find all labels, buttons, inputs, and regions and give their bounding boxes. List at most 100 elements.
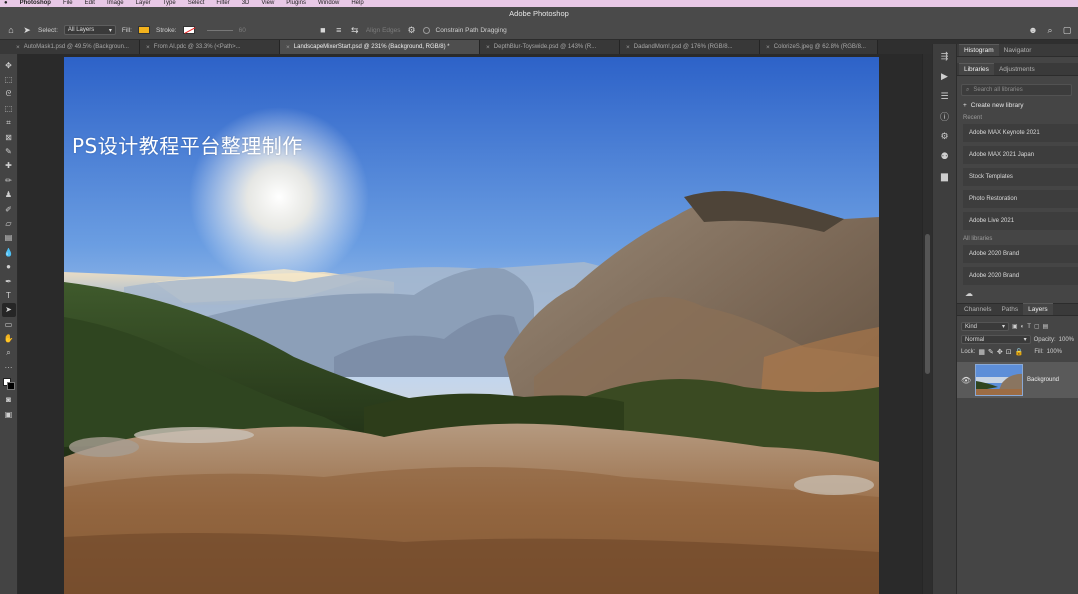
stroke-width-value[interactable]: 60	[239, 27, 246, 34]
move-tool-icon[interactable]: ✥	[2, 58, 16, 72]
zoom-tool-icon[interactable]: ⌕	[2, 346, 16, 360]
path-selection-tool-icon[interactable]: ➤	[1, 302, 16, 318]
library-item[interactable]: Adobe MAX Keynote 2021	[963, 124, 1078, 142]
tab-layers[interactable]: Layers	[1023, 303, 1053, 315]
path-alignment-icon[interactable]: ≡	[334, 25, 344, 35]
menu-help[interactable]: Help	[351, 0, 363, 7]
more-tools-icon[interactable]: ···	[2, 360, 16, 374]
menu-3d[interactable]: 3D	[242, 0, 250, 7]
library-search[interactable]: ⌕ Search all libraries	[961, 84, 1072, 96]
library-item[interactable]: Adobe 2020 Brand	[963, 245, 1078, 263]
history-brush-tool-icon[interactable]: ✐	[2, 202, 16, 216]
type-tool-icon[interactable]: T	[2, 288, 16, 302]
tab-navigator[interactable]: Navigator	[999, 45, 1037, 56]
lock-all-icon[interactable]: 🔒	[1015, 348, 1024, 356]
home-icon[interactable]: ⌂	[6, 25, 16, 35]
clone-stamp-tool-icon[interactable]: ♟	[2, 188, 16, 202]
learn-icon[interactable]: ⇶	[939, 50, 951, 62]
canvas-area[interactable]: PS设计教程平台整理制作	[18, 54, 922, 594]
layer-row[interactable]: 👁 Background	[957, 362, 1078, 398]
constrain-checkbox[interactable]	[422, 26, 430, 34]
tab-from-ai[interactable]: × From AI.pdc @ 33.3% (<Path>...	[140, 40, 280, 54]
dodge-tool-icon[interactable]: ●	[2, 259, 16, 273]
path-operations-icon[interactable]: ■	[318, 25, 328, 35]
menu-image[interactable]: Image	[107, 0, 124, 7]
tab-paths[interactable]: Paths	[996, 304, 1023, 315]
play-actions-icon[interactable]: ▶	[939, 70, 951, 82]
opacity-value[interactable]: 100%	[1059, 337, 1074, 343]
info-icon[interactable]: ⓘ	[939, 110, 951, 122]
people-icon[interactable]: ⚉	[939, 150, 951, 162]
blur-tool-icon[interactable]: 💧	[2, 245, 16, 259]
workspace-icon[interactable]: ▢	[1062, 25, 1072, 35]
menu-edit[interactable]: Edit	[85, 0, 95, 7]
pen-tool-icon[interactable]: ✒	[2, 274, 16, 288]
tab-automask[interactable]: × AutoMask1.psd @ 49.5% (Backgroun...	[0, 40, 140, 54]
close-icon[interactable]: ×	[16, 44, 20, 51]
lasso-tool-icon[interactable]: ᘓ	[2, 87, 16, 101]
tab-adjustments[interactable]: Adjustments	[994, 64, 1040, 75]
gear-icon[interactable]: ⚙	[407, 25, 417, 35]
stroke-width-slider[interactable]	[206, 29, 233, 31]
eraser-tool-icon[interactable]: ▱	[2, 216, 16, 230]
menu-view[interactable]: View	[261, 0, 274, 7]
hand-tool-icon[interactable]: ✋	[2, 331, 16, 345]
spot-healing-tool-icon[interactable]: ✚	[2, 159, 16, 173]
close-icon[interactable]: ×	[486, 44, 490, 51]
menu-layer[interactable]: Layer	[136, 0, 151, 7]
tab-depth-blur[interactable]: × DepthBlur-Toyswide.psd @ 143% (R...	[480, 40, 620, 54]
menu-type[interactable]: Type	[163, 0, 176, 7]
eye-icon[interactable]: 👁	[961, 376, 971, 385]
tab-colorize[interactable]: × ColorizeS.jpeg @ 62.8% (RGB/8...	[760, 40, 878, 54]
fill-swatch[interactable]	[137, 26, 150, 34]
close-icon[interactable]: ×	[766, 44, 770, 51]
comments-icon[interactable]: ▆	[939, 170, 951, 182]
crop-tool-icon[interactable]: ⌗	[2, 116, 16, 130]
library-item[interactable]: Photo Restoration	[963, 190, 1078, 208]
library-item[interactable]: Adobe 2020 Brand	[963, 267, 1078, 285]
kind-filter-select[interactable]: Kind ▾	[961, 322, 1009, 331]
screen-mode-icon[interactable]: ▣	[2, 407, 16, 421]
close-icon[interactable]: ×	[626, 44, 630, 51]
menu-filter[interactable]: Filter	[216, 0, 229, 7]
arrow-tool-icon[interactable]: ➤	[22, 25, 32, 35]
lock-image-icon[interactable]: ✎	[988, 348, 994, 356]
frame-tool-icon[interactable]: ⊠	[2, 130, 16, 144]
menu-select[interactable]: Select	[188, 0, 205, 7]
tab-histogram[interactable]: Histogram	[959, 44, 999, 56]
lock-transparent-icon[interactable]: ▦	[978, 348, 985, 356]
path-arrangement-icon[interactable]: ⇆	[350, 25, 360, 35]
gradient-tool-icon[interactable]: ▤	[2, 231, 16, 245]
filter-adjustment-icon[interactable]: ◐	[1021, 324, 1025, 330]
apple-icon[interactable]: ●	[4, 0, 8, 7]
menu-plugins[interactable]: Plugins	[286, 0, 306, 7]
library-item[interactable]: Adobe MAX 2021 Japan	[963, 146, 1078, 164]
brush-tool-icon[interactable]: ✏	[2, 173, 16, 187]
tab-libraries[interactable]: Libraries	[959, 63, 994, 75]
marquee-tool-icon[interactable]: ⬚	[2, 72, 16, 86]
lock-artboard-icon[interactable]: ⊡	[1006, 348, 1012, 356]
filter-type-icon[interactable]: T	[1027, 324, 1031, 330]
menu-file[interactable]: File	[63, 0, 73, 7]
share-icon[interactable]: ☻	[1028, 25, 1038, 35]
blend-mode-select[interactable]: Normal ▾	[961, 335, 1031, 344]
tab-landscape-mixer[interactable]: × LandscapeMixerStart.psd @ 231% (Backgr…	[280, 40, 480, 54]
filter-shape-icon[interactable]: ▢	[1034, 323, 1040, 330]
create-library-button[interactable]: + Create new library	[963, 102, 1072, 109]
adjustments-icon[interactable]: ⚙	[939, 130, 951, 142]
background-color-swatch[interactable]	[6, 381, 15, 390]
close-icon[interactable]: ×	[286, 44, 290, 51]
scrollbar-thumb[interactable]	[925, 234, 930, 374]
menu-app-name[interactable]: Photoshop	[20, 0, 51, 7]
object-selection-tool-icon[interactable]: ⬚	[2, 101, 16, 115]
search-icon[interactable]: ⌕	[1045, 25, 1055, 35]
close-icon[interactable]: ×	[146, 44, 150, 51]
select-dropdown[interactable]: All Layers ▾	[63, 25, 116, 35]
library-item[interactable]: Adobe Live 2021	[963, 212, 1078, 230]
properties-icon[interactable]: ☰	[939, 90, 951, 102]
quick-mask-icon[interactable]: ◙	[2, 393, 16, 407]
tab-channels[interactable]: Channels	[959, 304, 996, 315]
lock-position-icon[interactable]: ✥	[997, 348, 1003, 356]
menu-window[interactable]: Window	[318, 0, 339, 7]
shape-tool-icon[interactable]: ▭	[2, 317, 16, 331]
